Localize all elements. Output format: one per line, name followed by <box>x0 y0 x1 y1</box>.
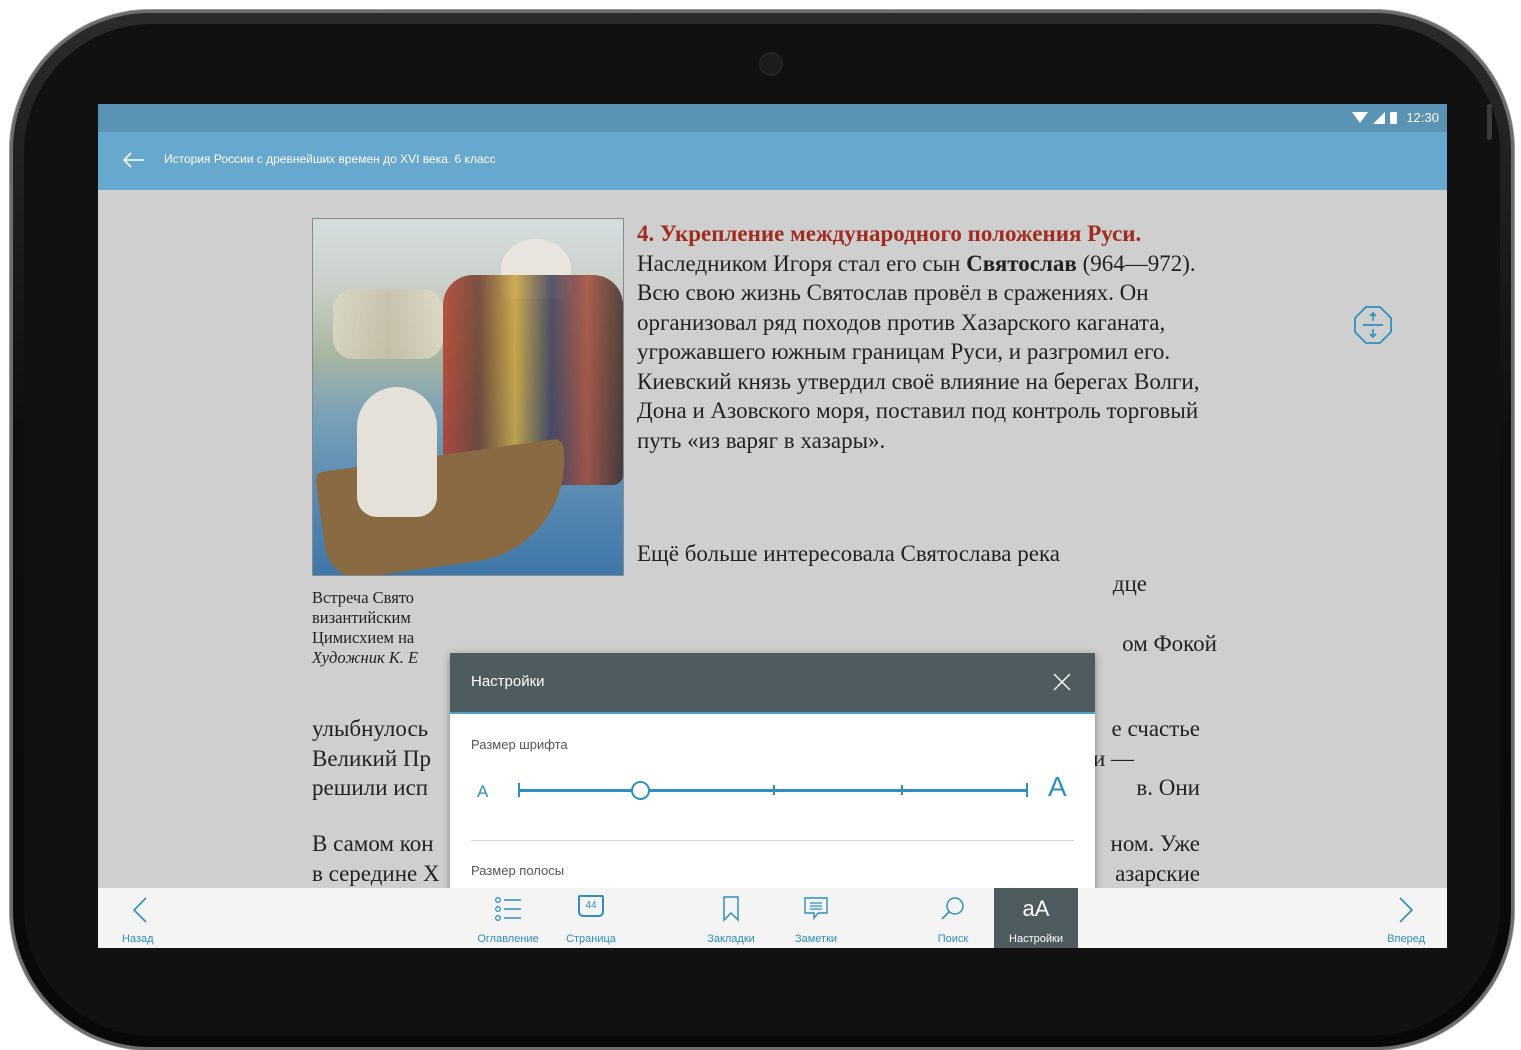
settings-header: Настройки <box>450 653 1095 714</box>
slider-thumb[interactable] <box>631 781 650 800</box>
paragraph-text: Великий Пр <box>312 745 431 771</box>
front-camera <box>761 54 781 74</box>
illustration-painting <box>312 218 624 576</box>
slider-tick <box>773 785 775 795</box>
notes-icon <box>804 897 828 920</box>
paragraph-text: Ещё больше интересовала Святослава река <box>637 541 1060 566</box>
illustration-horses <box>333 289 443 359</box>
toc-label: Оглавление <box>477 933 539 945</box>
battery-icon <box>1390 111 1398 124</box>
page-width-icon[interactable] <box>1352 304 1394 346</box>
bottom-toolbar: Назад Оглавление 44 Страница Закладки За… <box>98 888 1447 948</box>
chevron-right-icon <box>1399 897 1414 923</box>
paragraph-text: в середине Х <box>312 860 440 886</box>
status-time: 12:30 <box>1406 110 1439 125</box>
font-larger-icon[interactable]: A <box>1048 771 1067 803</box>
page-number-icon: 44 <box>578 895 604 917</box>
bold-name: Святослав <box>966 250 1077 276</box>
slider-end-cap <box>518 783 520 797</box>
app-bar: История России с древнейших времен до XV… <box>98 132 1447 190</box>
slider-tick <box>901 785 903 795</box>
page-label: Страница <box>566 933 616 945</box>
bookmarks-label: Закладки <box>707 933 755 945</box>
screen: 12:30 История России с древнейших времен… <box>98 104 1447 948</box>
paragraph-text: решили исп <box>312 775 429 800</box>
font-size-label: Размер шрифта <box>471 737 568 752</box>
illustration-boat <box>314 438 578 575</box>
caption-line: Встреча Свято <box>312 588 415 607</box>
font-size-slider[interactable] <box>518 780 1028 800</box>
settings-title: Настройки <box>471 673 545 690</box>
caption-line: Цимисхием на <box>312 628 415 647</box>
section-heading: 4. Укрепление международного положения Р… <box>637 221 1142 246</box>
book-page: Встреча Свято византийским Цимисхием на … <box>98 190 1447 948</box>
list-icon <box>495 897 521 921</box>
slider-end-cap <box>1026 783 1028 797</box>
paragraph-text: ном. Уже <box>1110 831 1200 856</box>
wifi-icon <box>1352 112 1369 123</box>
forward-label: Вперед <box>1387 933 1425 945</box>
paragraph-text: (964—972). Всю свою жизнь Святослав пров… <box>637 250 1200 453</box>
settings-label: Настройки <box>1009 933 1063 945</box>
paragraph-text: и — <box>1092 745 1134 771</box>
status-bar: 12:30 <box>98 104 1447 132</box>
illustration-seated-man <box>357 387 437 517</box>
back-button[interactable]: Назад <box>98 888 158 948</box>
notes-button[interactable]: Заметки <box>781 888 851 948</box>
paragraph-text: е счастье <box>1111 716 1200 741</box>
chevron-left-icon <box>132 897 147 923</box>
paragraph-text: улыбнулось <box>312 716 429 741</box>
paragraph-text: В самом кон <box>312 831 434 856</box>
search-button[interactable]: Поиск <box>918 888 988 948</box>
settings-divider <box>471 840 1074 841</box>
page-button[interactable]: 44 Страница <box>556 888 626 948</box>
search-label: Поиск <box>937 933 969 945</box>
signal-icon <box>1373 111 1386 124</box>
tablet-side-button <box>1487 104 1492 140</box>
forward-button[interactable]: Вперед <box>1378 888 1447 948</box>
close-icon[interactable] <box>1051 671 1073 693</box>
band-size-label: Размер полосы <box>471 863 565 878</box>
paragraph-text: Наследником Игоря стал его сын <box>637 250 967 276</box>
bookmark-icon <box>723 896 739 922</box>
toc-button[interactable]: Оглавление <box>473 888 543 948</box>
paragraph-text: в. Они <box>1136 775 1200 800</box>
font-settings-icon: aA <box>1022 896 1050 921</box>
status-icons: 12:30 <box>1352 110 1439 125</box>
search-icon <box>941 897 964 920</box>
paragraph-text: азарские <box>1115 860 1200 886</box>
notes-label: Заметки <box>794 933 838 945</box>
paragraph: 4. Укрепление международного положения Р… <box>637 219 1217 455</box>
back-label: Назад <box>122 933 154 945</box>
paragraph: Ещё больше интересовала Святослава река д… <box>637 539 1217 598</box>
bookmarks-button[interactable]: Закладки <box>696 888 766 948</box>
caption-line: византийским <box>312 608 411 627</box>
font-smaller-icon[interactable]: A <box>477 782 488 802</box>
paragraph-text: дце <box>1112 570 1147 596</box>
back-arrow-icon[interactable] <box>120 148 146 172</box>
book-title: История России с древнейших времен до XV… <box>164 152 496 166</box>
settings-button[interactable]: aA Настройки <box>994 888 1078 948</box>
